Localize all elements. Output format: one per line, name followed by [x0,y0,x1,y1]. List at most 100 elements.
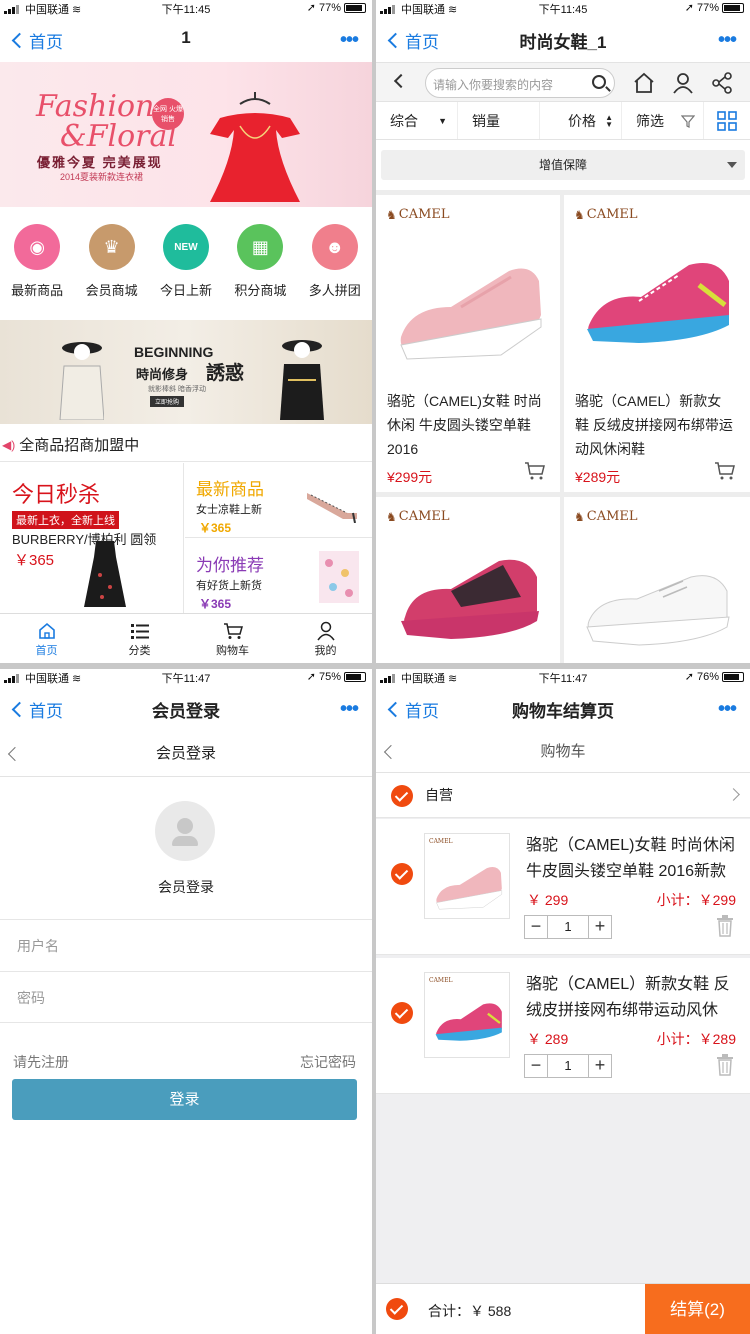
recommend-card[interactable]: 为你推荐 有好货上新货 ￥365 [185,539,372,613]
more-button[interactable]: ••• [340,29,359,52]
shoe-image [401,559,539,639]
grid-view-button[interactable] [704,102,750,139]
sort-comprehensive[interactable]: 综合 ▼ [376,102,458,139]
shoe-image [586,575,730,646]
sub-header: 会员登录 [0,731,372,777]
decrease-button[interactable]: − [524,915,548,939]
sort-sales[interactable]: 销量 [458,102,540,139]
shop-name: 自营 [425,787,453,803]
icon-group-buy[interactable]: ☻ 多人拼团 [298,212,372,312]
promo-button[interactable]: 立即抢购 [150,396,185,407]
icon-member-mall[interactable]: ♛ 会员商城 [75,212,149,312]
sub-title: 购物车 [540,743,586,760]
location-icon: ➚ [684,2,694,14]
flash-sale-card[interactable]: 今日秒杀 最新上衣，全新上线 BURBERRY/博柏利 圆领 ￥365 [0,463,184,613]
promo-grid: 今日秒杀 最新上衣，全新上线 BURBERRY/博柏利 圆领 ￥365 最新商品… [0,463,372,613]
banner-badge: 全网 火爆销售 [152,98,184,130]
promo-title: BEGINNING [134,344,214,360]
tab-cart[interactable]: 购物车 [186,614,279,663]
back-arrow-icon[interactable] [383,744,399,760]
icon-label: 多人拼团 [308,283,361,298]
product-grid: ♞ CAMEL 骆驼（CAMEL)女鞋 时尚休闲 牛皮圆头镂空单鞋 2016 ¥2… [376,190,750,663]
model-image [280,340,324,420]
back-arrow-icon[interactable] [393,73,409,89]
store-icon: ▦ [237,224,284,270]
avatar-label: 会员登录 [158,879,214,895]
product-thumbnail[interactable]: CAMEL [424,972,510,1058]
quantity-input[interactable]: 1 [548,1054,588,1078]
user-icon[interactable] [671,71,695,95]
product-card[interactable]: ♞ CAMEL [376,497,560,663]
product-card[interactable]: ♞ CAMEL 骆驼（CAMEL)女鞋 时尚休闲 牛皮圆头镂空单鞋 2016 ¥2… [376,195,560,492]
checkout-button[interactable]: 结算(2) [645,1284,750,1334]
battery-text: 77% [318,1,341,14]
promo-banner[interactable]: BEGINNING 時尚修身 誘惑 就影棒斜 暗香浮动 立即抢购 [0,320,372,424]
icon-today-new[interactable]: NEW 今日上新 [149,212,223,312]
item-checkbox[interactable] [391,1002,413,1024]
more-button[interactable]: ••• [340,698,359,721]
tab-label: 我的 [314,645,337,657]
flash-title: 今日秒杀 [12,482,101,507]
decrease-button[interactable]: − [524,1054,548,1078]
share-icon[interactable] [710,71,734,95]
category-icons: ◉ 最新商品 ♛ 会员商城 NEW 今日上新 ▦ 积分商城 ☻ 多人拼团 [0,212,372,312]
shop-header[interactable]: 自营 [376,773,750,818]
quantity-stepper: −1 + [524,915,612,939]
shoe-image [400,268,542,360]
new-icon: NEW [162,224,209,270]
item-title[interactable]: 骆驼（CAMEL）新款女鞋 反绒皮拼接网布绑带运动风休 [526,972,740,1024]
trash-icon[interactable] [716,1054,734,1076]
icon-points-mall[interactable]: ▦ 积分商城 [223,212,297,312]
quantity-input[interactable]: 1 [548,915,588,939]
page-title: 购物车结算页 [512,702,614,721]
banner-slogan: 優雅今夏 完美展现 [37,155,163,170]
new-sub: 女士凉鞋上新 [196,504,262,516]
model-image [59,342,104,420]
sort-label: 价格 [568,112,596,129]
home-icon[interactable] [632,71,656,95]
password-field[interactable]: 密码 [0,971,372,1023]
new-products-card[interactable]: 最新商品 女士凉鞋上新 ￥365 [185,463,372,538]
shoe-image [587,263,729,343]
forgot-password-link[interactable]: 忘记密码 [300,1052,356,1072]
page-title: 会员登录 [152,702,220,721]
icon-label: 积分商城 [234,283,287,298]
total-amount: 合计：￥ 588 [428,1303,512,1319]
filter-button[interactable]: 筛选 [622,102,704,139]
more-button[interactable]: ••• [718,29,737,52]
add-to-cart-icon[interactable] [714,461,736,481]
icon-label: 今日上新 [159,283,212,298]
product-card[interactable]: ♞ CAMEL 骆驼（CAMEL）新款女鞋 反绒皮拼接网布绑带运动风休闲鞋 ¥28… [564,195,750,492]
select-all-checkbox[interactable] [386,1298,408,1320]
item-title[interactable]: 骆驼（CAMEL)女鞋 时尚休闲牛皮圆头镂空单鞋 2016新款 [526,833,740,885]
cart-item: CAMEL 骆驼（CAMEL）新款女鞋 反绒皮拼接网布绑带运动风休 ￥ 289 … [376,958,750,1094]
search-input[interactable]: 请输入你要搜索的内容 [425,68,615,98]
tab-home[interactable]: 首页 [0,614,93,663]
back-arrow-icon[interactable] [7,746,23,762]
add-to-cart-icon[interactable] [524,461,546,481]
search-icon[interactable] [592,75,606,89]
login-button[interactable]: 登录 [12,1079,357,1120]
product-card[interactable]: ♞ CAMEL [564,497,750,663]
icon-label: 最新商品 [11,283,64,298]
sort-price[interactable]: 价格 ▲ ▼ [540,102,622,139]
status-bar: 中国联通 ≋ 下午11:47 ➚ 76% [376,669,750,685]
tab-category[interactable]: 分类 [93,614,186,663]
notice-bar[interactable]: ◀) 全商品招商加盟中 [0,428,372,462]
increase-button[interactable]: + [588,915,612,939]
tab-bar: 首页 分类 购物车 我的 [0,613,372,663]
increase-button[interactable]: + [588,1054,612,1078]
product-thumbnail[interactable]: CAMEL [424,833,510,919]
trash-icon[interactable] [716,915,734,937]
cart-screen: 中国联通 ≋ 下午11:47 ➚ 76% 首页 购物车结算页 ••• 购物车 自营 … [376,669,750,1334]
item-checkbox[interactable] [391,863,413,885]
more-button[interactable]: ••• [718,698,737,721]
register-link[interactable]: 请先注册 [13,1052,69,1072]
tab-mine[interactable]: 我的 [279,614,372,663]
guarantee-dropdown[interactable]: 增值保障 [381,150,745,180]
icon-new-products[interactable]: ◉ 最新商品 [0,212,74,312]
dress-image [84,541,126,607]
username-field[interactable]: 用户名 [0,919,372,971]
hero-banner[interactable]: Fashion &Floral 全网 火爆销售 優雅今夏 完美展现 2014夏装新… [0,62,372,207]
shop-checkbox[interactable] [391,785,413,807]
